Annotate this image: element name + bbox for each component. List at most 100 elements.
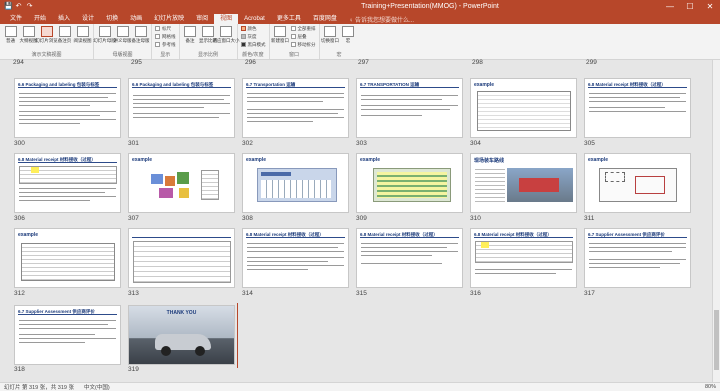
slide-thumbnail[interactable]: 现场装车路线 [470, 153, 577, 213]
color-icon [240, 26, 246, 31]
zoom-level[interactable]: 80% [705, 384, 716, 390]
slide-thumbnail[interactable]: 6.7 TRANSPORTATION 运输 [356, 78, 463, 138]
slide-thumbnail[interactable]: 6.7 Supplier Assessment 供应商评价 [584, 228, 691, 288]
grayscale-icon [240, 34, 246, 39]
notes-master-button[interactable]: 备注母版 [132, 25, 150, 43]
tab-acrobat[interactable]: Acrobat [238, 14, 271, 24]
tab-slideshow[interactable]: 幻灯片放映 [148, 14, 190, 24]
group-show: 标尺 网格线 参考线 显示 [152, 24, 180, 59]
guides-checkbox[interactable]: 参考线 [155, 41, 176, 48]
color-option[interactable]: 颜色 [240, 25, 266, 32]
slide-heading: 6.7 TRANSPORTATION 运输 [360, 82, 459, 88]
notes-page-button[interactable]: 备注页 [57, 25, 72, 43]
grayscale-option[interactable]: 灰度 [240, 33, 266, 40]
vertical-scrollbar[interactable] [712, 60, 720, 382]
black-white-option[interactable]: 黑白模式 [240, 41, 266, 48]
slide-thumbnail[interactable]: example [128, 153, 235, 213]
slide-thumbnail[interactable]: 6.8 Material receipt 材料接收（过程） [242, 228, 349, 288]
group-label: 显示 [160, 52, 171, 58]
language-indicator[interactable]: 中文(中国) [84, 383, 110, 391]
slide-thumbnail[interactable]: 6.8 Material receipt 材料接收（过程） [470, 228, 577, 288]
move-split-button[interactable]: 移动拆分 [290, 41, 316, 48]
undo-icon[interactable]: ↶ [15, 3, 22, 10]
slide-number: 308 [242, 215, 253, 222]
slide-number: 317 [584, 290, 595, 297]
macros-icon [342, 26, 354, 37]
slide-thumbnail[interactable]: example [14, 228, 121, 288]
close-button[interactable]: ✕ [700, 2, 720, 11]
slide-number: 318 [14, 366, 25, 373]
scrollbar-thumb[interactable] [714, 310, 719, 370]
arrange-all-button[interactable]: 全部重排 [290, 25, 316, 32]
gridlines-checkbox[interactable]: 网格线 [155, 33, 176, 40]
slide-thumbnail[interactable]: example [242, 153, 349, 213]
arrange-icon [290, 26, 296, 31]
slide-number: 311 [584, 215, 595, 222]
slide-heading: example [18, 232, 39, 238]
tab-design[interactable]: 设计 [76, 14, 100, 24]
window-controls: — ☐ ✕ [660, 2, 720, 11]
notes-button[interactable]: 备注 [183, 25, 198, 43]
slide-thumbnail[interactable]: 6.8 Material receipt 材料接收（过程） [14, 153, 121, 213]
new-window-button[interactable]: 新建窗口 [271, 25, 289, 43]
ribbon-tabs: 文件 开始 插入 设计 切换 动画 幻灯片放映 审阅 视图 Acrobat 更多… [0, 13, 720, 24]
slide-thumbnail[interactable]: example [584, 153, 691, 213]
slide-thumbnail[interactable]: 6.8 Material receipt 材料接收（过程） [584, 78, 691, 138]
slide-thumbnail[interactable]: example [470, 78, 577, 138]
slide-heading: 6.7 Supplier Assessment 供应商评价 [18, 309, 117, 315]
fit-to-window-button[interactable]: 适应窗口大小 [213, 25, 240, 43]
fit-to-window-icon [220, 26, 232, 37]
slide-thumbnail[interactable]: 6.7 Transportation 运输 [242, 78, 349, 138]
tab-file[interactable]: 文件 [4, 14, 28, 24]
group-label: 颜色/灰度 [242, 52, 264, 58]
slide-number: 300 [14, 140, 25, 147]
handout-master-button[interactable]: 讲义母版 [114, 25, 132, 43]
notes-master-icon [134, 26, 147, 37]
notes-icon [184, 26, 196, 37]
slide-number: 299 [586, 59, 597, 66]
ruler-checkbox[interactable]: 标尺 [155, 25, 176, 32]
tell-me-input[interactable]: ♀ 告诉我您想要做什么... [343, 15, 414, 24]
redo-icon[interactable]: ↷ [26, 3, 33, 10]
tab-baidu[interactable]: 百度网盘 [307, 14, 343, 24]
status-bar: 幻灯片 第 319 张，共 319 张 中文(中国) 80% [0, 382, 720, 391]
slide-thumbnail[interactable]: THANK YOU [128, 305, 235, 365]
save-icon[interactable]: 💾 [4, 3, 13, 10]
tab-more-tools[interactable]: 更多工具 [271, 14, 307, 24]
slide-number: 314 [242, 290, 253, 297]
slide-sorter-pane[interactable]: 294 295 296 297 298 299 6.6 Packaging an… [0, 59, 712, 382]
tab-transitions[interactable]: 切换 [100, 14, 124, 24]
slide-number: 304 [470, 140, 481, 147]
slide-thumbnail[interactable]: example [356, 153, 463, 213]
tab-review[interactable]: 审阅 [190, 14, 214, 24]
slide-thumbnail[interactable]: 6.6 Packaging and labeling 包装与标签 [14, 78, 121, 138]
slide-heading: example [474, 82, 495, 88]
tab-view[interactable]: 视图 [214, 14, 239, 24]
cascade-button[interactable]: 层叠 [290, 33, 316, 40]
slide-heading: THANK YOU [166, 310, 197, 316]
slide-master-button[interactable]: 幻灯片母版 [93, 25, 116, 43]
slide-heading: 6.6 Packaging and labeling 包装与标签 [132, 82, 231, 88]
slide-number: 301 [128, 140, 139, 147]
tab-home[interactable]: 开始 [28, 14, 52, 24]
slide-thumbnail[interactable]: 6.6 Packaging and labeling 包装与标签 [128, 78, 235, 138]
slide-thumbnail[interactable]: 6.8 Material receipt 材料接收（过程） [356, 228, 463, 288]
group-zoom: 备注 显示比例 适应窗口大小 显示比例 [180, 24, 240, 59]
slide-number: 310 [470, 215, 481, 222]
slide-number: 306 [14, 215, 25, 222]
cascade-icon [290, 34, 296, 39]
group-label: 窗口 [288, 52, 299, 58]
switch-windows-button[interactable]: 切换窗口 [321, 25, 339, 43]
normal-view-button[interactable]: 普通 [3, 25, 18, 43]
minimize-button[interactable]: — [660, 2, 680, 11]
slide-heading: 现场装车路线 [474, 158, 505, 164]
maximize-button[interactable]: ☐ [680, 2, 700, 11]
macros-button[interactable]: 宏 [341, 25, 356, 43]
slide-sorter-button[interactable]: 幻灯片浏览 [35, 25, 58, 43]
slide-thumbnail[interactable] [128, 228, 235, 288]
outline-view-button[interactable]: 大纲视图 [20, 25, 38, 43]
reading-view-button[interactable]: 阅读视图 [74, 25, 92, 43]
slide-thumbnail[interactable]: 6.7 Supplier Assessment 供应商评价 [14, 305, 121, 365]
tab-animations[interactable]: 动画 [124, 14, 148, 24]
tab-insert[interactable]: 插入 [52, 14, 76, 24]
